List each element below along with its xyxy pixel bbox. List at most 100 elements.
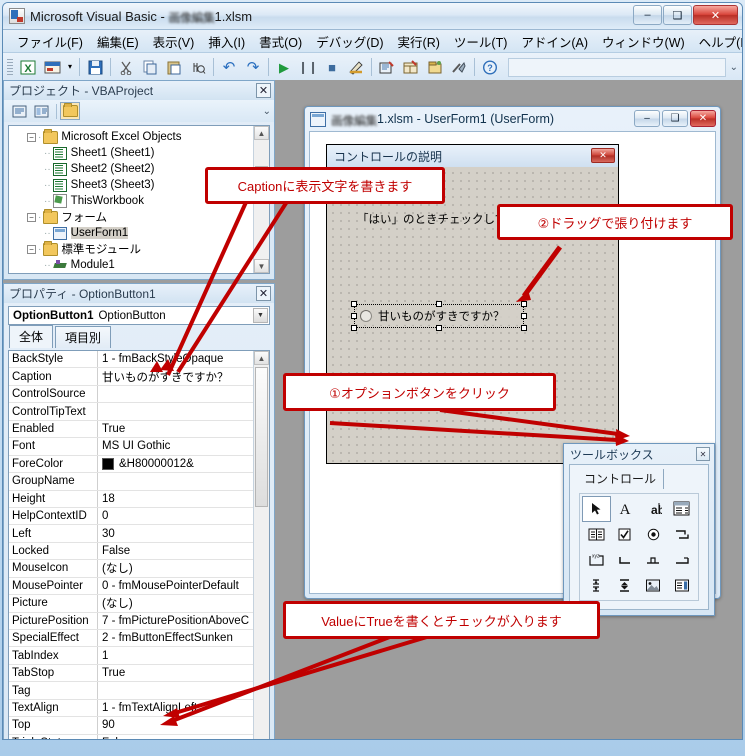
stop-icon[interactable]: ■	[321, 56, 343, 78]
table-row[interactable]: TextAlign 1 - fmTextAlignLeft	[9, 699, 254, 718]
scroll-up-icon[interactable]: ▲	[254, 351, 269, 365]
insert-userform-icon[interactable]	[41, 56, 63, 78]
designer-minimize-button[interactable]: –	[634, 110, 660, 127]
property-value[interactable]: True	[98, 421, 254, 437]
label-tool[interactable]: A	[611, 496, 640, 522]
property-value[interactable]: False	[98, 543, 254, 559]
table-row[interactable]: TripleStateFalse	[9, 734, 254, 739]
resize-handle-ne[interactable]	[521, 301, 527, 307]
menu-tools[interactable]: ツール(T)	[447, 30, 514, 53]
designer-close-button[interactable]: ✕	[690, 110, 716, 127]
listbox-tool[interactable]	[582, 522, 611, 548]
table-row[interactable]: MousePointer 0 - fmMousePointerDefault	[9, 577, 254, 596]
optionbutton-control[interactable]: 甘いものがすきですか？	[357, 307, 521, 325]
object-browser-icon[interactable]	[424, 56, 446, 78]
properties-window-icon[interactable]	[400, 56, 422, 78]
property-value[interactable]: 1	[98, 647, 254, 663]
table-row[interactable]: Tag	[9, 682, 254, 700]
menu-run[interactable]: 実行(R)	[391, 30, 447, 53]
tree-node-module1[interactable]: ·· Module1	[9, 257, 253, 273]
table-row[interactable]: ControlTipText	[9, 403, 254, 421]
project-explorer-close-icon[interactable]: ✕	[256, 83, 271, 98]
userform-close-button[interactable]: ✕	[591, 148, 615, 163]
togglebutton-tool[interactable]	[668, 522, 697, 548]
table-row[interactable]: ForeColor &H80000012&	[9, 455, 254, 474]
close-button[interactable]: ✕	[693, 5, 738, 25]
resize-handle-e[interactable]	[521, 313, 527, 319]
menu-file[interactable]: ファイル(F)	[10, 30, 90, 53]
tabstrip-tool[interactable]	[639, 547, 668, 573]
tree-node-sheet1[interactable]: ·· Sheet1 (Sheet1)	[9, 145, 253, 161]
table-row[interactable]: Font MS UI Gothic	[9, 438, 254, 456]
table-row[interactable]: GroupName	[9, 473, 254, 491]
tree-expander-icon[interactable]: −	[27, 244, 36, 254]
toolbar-grip[interactable]	[7, 59, 13, 75]
menu-insert[interactable]: 挿入(I)	[201, 30, 252, 53]
table-row[interactable]: ControlSource	[9, 385, 254, 404]
multipage-tool[interactable]	[668, 547, 697, 573]
tree-node-excel-objects[interactable]: − · Microsoft Excel Objects	[9, 128, 253, 145]
commandbutton-tool[interactable]	[611, 547, 640, 573]
find-icon[interactable]	[187, 56, 209, 78]
object-selector-combobox[interactable]: OptionButton1 OptionButton ▼	[8, 306, 270, 325]
checkbox-tool[interactable]	[611, 522, 640, 548]
refedit-tool[interactable]	[668, 573, 697, 599]
menu-window[interactable]: ウィンドウ(W)	[595, 30, 692, 53]
table-row[interactable]: Picture (なし)	[9, 595, 254, 613]
menu-debug[interactable]: デバッグ(D)	[309, 30, 390, 53]
frame-tool[interactable]: xyz	[582, 547, 611, 573]
designer-maximize-button[interactable]: ❑	[662, 110, 688, 127]
resize-handle-w[interactable]	[351, 313, 357, 319]
scroll-down-icon[interactable]: ▼	[254, 259, 269, 273]
properties-grid[interactable]: BackStyle 1 - fmBackStyleOpaque Caption 甘い…	[8, 350, 270, 739]
toolbar-combobox[interactable]	[508, 57, 726, 77]
resize-handle-n[interactable]	[436, 301, 442, 307]
table-row[interactable]: Left 30	[9, 525, 254, 543]
tree-node-standard-modules[interactable]: − · 標準モジュール	[9, 240, 253, 257]
resize-handle-sw[interactable]	[351, 325, 357, 331]
property-value[interactable]: 0	[98, 508, 254, 524]
menu-help[interactable]: ヘルプ(H)	[692, 30, 742, 53]
view-excel-icon[interactable]: X	[17, 56, 39, 78]
menu-edit[interactable]: 編集(E)	[90, 30, 146, 53]
property-value[interactable]: MS UI Gothic	[98, 438, 254, 454]
properties-scrollbar[interactable]: ▲ ▼	[253, 351, 269, 739]
tree-expander-icon[interactable]: −	[27, 132, 36, 142]
resize-handle-nw[interactable]	[351, 301, 357, 307]
tree-node-forms[interactable]: − · フォーム	[9, 208, 253, 225]
menu-view[interactable]: 表示(V)	[146, 30, 202, 53]
toolbox-close-icon[interactable]: ✕	[696, 447, 710, 461]
table-row[interactable]: TabIndex 1	[9, 647, 254, 665]
scrollbar-tool[interactable]	[582, 573, 611, 599]
scroll-up-icon[interactable]: ▲	[254, 126, 269, 140]
property-value[interactable]: 0 - fmMousePointerDefault	[98, 578, 254, 594]
toggle-folders-icon[interactable]	[60, 102, 80, 120]
property-value[interactable]: 30	[98, 525, 254, 541]
table-row[interactable]: MouseIcon (なし)	[9, 560, 254, 578]
tab-alphabetic[interactable]: 全体	[9, 325, 54, 348]
run-icon[interactable]: ▶	[273, 56, 295, 78]
tab-categorized[interactable]: 項目別	[55, 326, 112, 348]
resize-handle-se[interactable]	[521, 325, 527, 331]
property-value[interactable]: 90	[98, 717, 254, 733]
image-tool[interactable]	[639, 573, 668, 599]
project-toolbar-overflow-icon[interactable]: ⌄	[263, 106, 271, 117]
table-row[interactable]: TabStop True	[9, 664, 254, 683]
property-value[interactable]	[98, 403, 254, 419]
help-icon[interactable]: ?	[479, 56, 501, 78]
property-value[interactable]: 1 - fmBackStyleOpaque	[98, 351, 254, 367]
table-row[interactable]: Locked False	[9, 542, 254, 561]
property-value[interactable]: 1 - fmTextAlignLeft	[98, 700, 254, 716]
combobox-tool[interactable]	[668, 496, 697, 522]
project-explorer-icon[interactable]	[376, 56, 398, 78]
maximize-button[interactable]: ❑	[663, 5, 692, 25]
design-mode-icon[interactable]	[345, 56, 367, 78]
save-icon[interactable]	[84, 56, 106, 78]
table-row[interactable]: SpecialEffect 2 - fmButtonEffectSunken	[9, 630, 254, 648]
property-value[interactable]	[98, 682, 254, 698]
toolbox-icon[interactable]	[448, 56, 470, 78]
resize-handle-s[interactable]	[436, 325, 442, 331]
property-value[interactable]: 18	[98, 491, 254, 507]
insert-dropdown-icon[interactable]: ▾	[65, 56, 75, 78]
table-row[interactable]: Enabled True	[9, 420, 254, 439]
